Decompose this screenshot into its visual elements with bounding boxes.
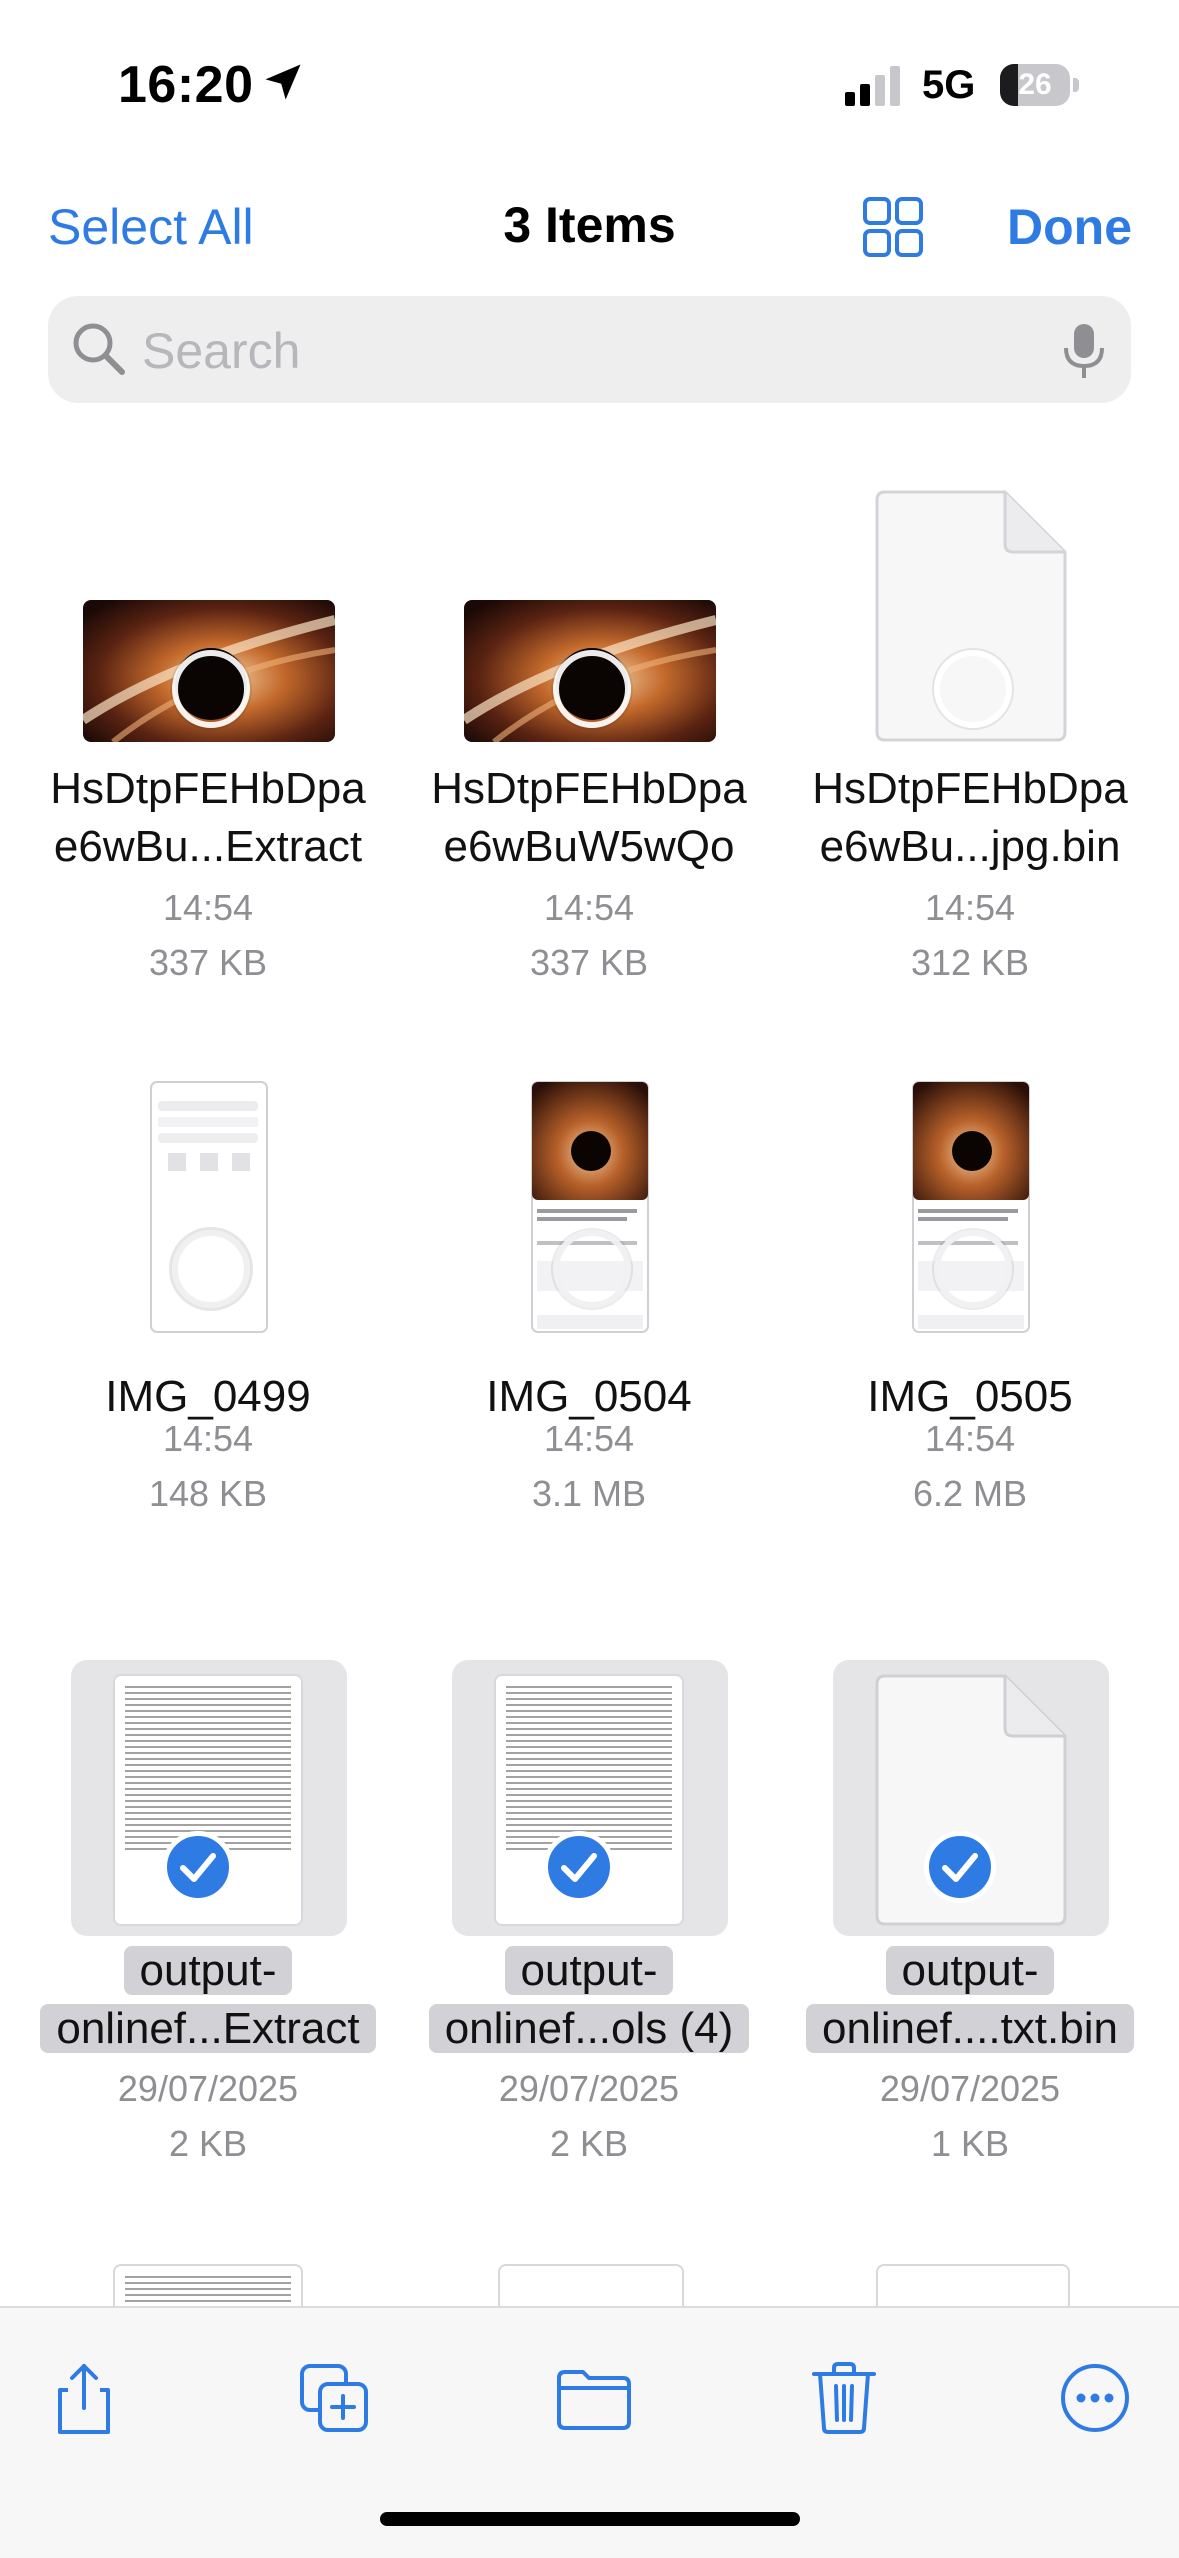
- file-size: 148 KB: [148, 1473, 268, 1514]
- file-date: 14:54: [543, 1418, 635, 1459]
- more-icon[interactable]: [1057, 2360, 1133, 2436]
- file-name: HsDtpFEHbDpa e6wBuW5wQo: [431, 764, 747, 871]
- file-date: 29/07/2025: [498, 2068, 680, 2109]
- location-arrow-icon: [265, 64, 301, 100]
- file-date: 14:54: [162, 887, 254, 928]
- page-title: 3 Items: [503, 197, 676, 253]
- file-size: 3.1 MB: [531, 1473, 647, 1514]
- done-button[interactable]: Done: [1007, 198, 1132, 256]
- duplicate-icon[interactable]: [296, 2360, 372, 2436]
- file-name: HsDtpFEHbDpa e6wBu...jpg.bin: [812, 764, 1128, 871]
- file-name: output- onlinef....txt.bin: [779, 1942, 1161, 2058]
- file-date: 14:54: [924, 1418, 1016, 1459]
- folder-icon[interactable]: [555, 2360, 633, 2436]
- battery-percent: 26: [1018, 68, 1052, 101]
- battery-icon: 26: [1000, 64, 1080, 106]
- status-time: 16:20: [118, 56, 254, 114]
- microphone-icon[interactable]: [1062, 322, 1106, 380]
- checkmark-icon[interactable]: [543, 1831, 615, 1903]
- file-item[interactable]: IMG_0505 14:54 6.2 MB: [779, 1060, 1161, 1530]
- checkmark-icon[interactable]: [924, 1831, 996, 1903]
- network-type: 5G: [922, 63, 976, 107]
- file-size: 2 KB: [549, 2123, 629, 2164]
- search-bar[interactable]: [48, 296, 1131, 403]
- file-size: 6.2 MB: [912, 1473, 1028, 1514]
- file-name: HsDtpFEHbDpa e6wBu...Extract: [50, 764, 366, 871]
- file-name: output- onlinef...ols (4): [398, 1942, 780, 2058]
- file-size: 337 KB: [148, 942, 268, 983]
- file-date: 14:54: [543, 887, 635, 928]
- file-size: 312 KB: [910, 942, 1030, 983]
- file-item-selected[interactable]: output- onlinef....txt.bin 29/07/2025 1 …: [779, 1660, 1161, 2164]
- grid-view-icon[interactable]: [862, 196, 924, 258]
- file-item[interactable]: IMG_0499 14:54 148 KB: [17, 1060, 399, 1530]
- search-input[interactable]: [140, 316, 1044, 385]
- file-thumbnail: [779, 1060, 1161, 1390]
- checkmark-icon[interactable]: [162, 1831, 234, 1903]
- cellular-signal-icon: [845, 66, 900, 106]
- file-item[interactable]: IMG_0504 14:54 3.1 MB: [398, 1060, 780, 1530]
- file-date: 29/07/2025: [117, 2068, 299, 2109]
- status-bar: 16:20 5G 26: [0, 0, 1179, 170]
- file-size: 1 KB: [930, 2123, 1010, 2164]
- search-icon: [73, 323, 125, 375]
- file-date: 29/07/2025: [879, 2068, 1061, 2109]
- home-indicator[interactable]: [380, 2512, 800, 2526]
- file-size: 2 KB: [168, 2123, 248, 2164]
- file-item[interactable]: HsDtpFEHbDpa e6wBu...Extract 14:54 337 KB: [17, 480, 399, 983]
- file-thumbnail: [17, 1060, 399, 1390]
- file-thumbnail: [398, 1060, 780, 1390]
- file-item[interactable]: HsDtpFEHbDpa e6wBuW5wQo 14:54 337 KB: [398, 480, 780, 983]
- file-item-selected[interactable]: output- onlinef...ols (4) 29/07/2025 2 K…: [398, 1660, 780, 2164]
- file-size: 337 KB: [529, 942, 649, 983]
- file-date: 14:54: [162, 1418, 254, 1459]
- share-icon[interactable]: [46, 2360, 122, 2436]
- file-item[interactable]: HsDtpFEHbDpa e6wBu...jpg.bin 14:54 312 KB: [779, 480, 1161, 983]
- trash-icon[interactable]: [806, 2360, 882, 2436]
- file-name: output- onlinef...Extract: [17, 1942, 399, 2058]
- file-item-selected[interactable]: output- onlinef...Extract 29/07/2025 2 K…: [17, 1660, 399, 2164]
- file-date: 14:54: [924, 887, 1016, 928]
